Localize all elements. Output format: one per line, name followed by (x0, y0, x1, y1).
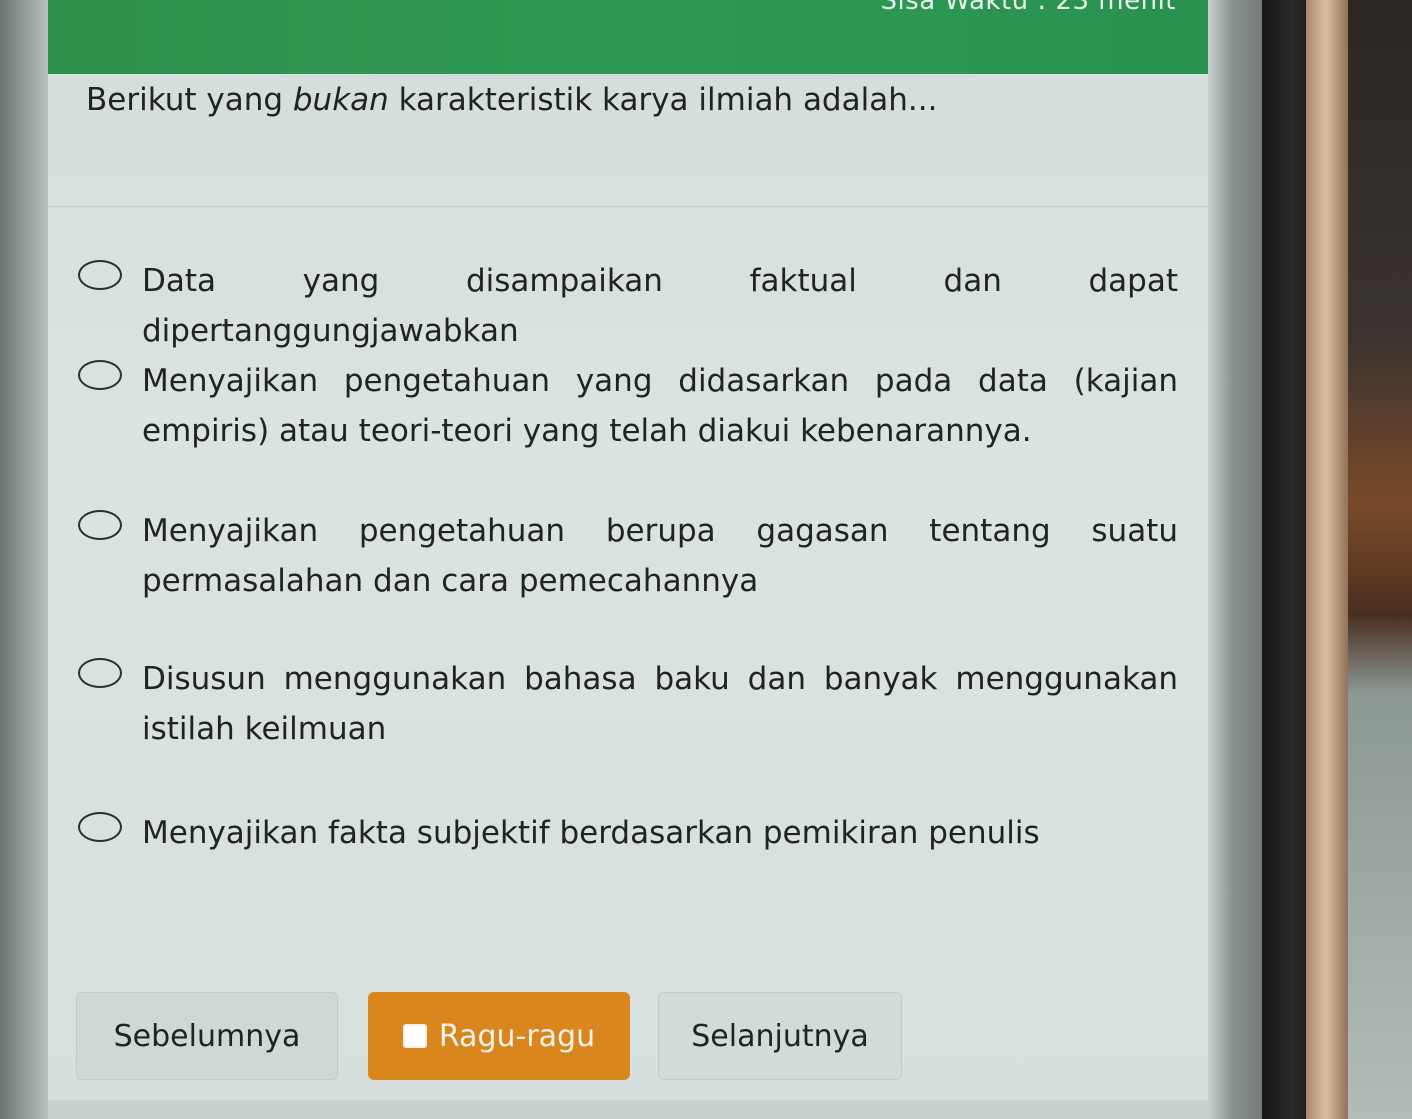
screen-bottom-edge (48, 1100, 1212, 1119)
doubt-button-label: Ragu-ragu (438, 1018, 596, 1054)
background-right (1348, 0, 1412, 1119)
radio-icon[interactable] (78, 510, 122, 540)
phone-frame (1262, 0, 1312, 1119)
option-d-label: Disusun menggunakan bahasa baku dan bany… (142, 661, 1178, 747)
previous-button-label: Sebelumnya (113, 1018, 301, 1054)
option-e-label: Menyajikan fakta subjektif berdasarkan p… (142, 815, 1040, 851)
previous-button[interactable]: Sebelumnya (76, 992, 338, 1080)
quiz-screen: Sisa Waktu : 23 menit Berikut yang bukan… (48, 0, 1212, 1119)
radio-icon[interactable] (78, 360, 122, 390)
radio-icon[interactable] (78, 260, 122, 290)
radio-icon[interactable] (78, 658, 122, 688)
next-button-label: Selanjutnya (691, 1018, 869, 1054)
left-bezel (0, 0, 48, 1119)
checkbox-icon[interactable] (402, 1024, 427, 1048)
phone-case (1306, 0, 1350, 1119)
question-emphasis: bukan (292, 82, 389, 118)
radio-icon[interactable] (78, 812, 122, 842)
option-a-label: Data yang disampaikan faktual dan dapat … (142, 263, 1178, 349)
divider (48, 206, 1212, 207)
option-b-label: Menyajikan pengetahuan yang didasarkan p… (142, 363, 1178, 449)
question-text: Berikut yang bukan karakteristik karya i… (86, 82, 1186, 118)
question-suffix: karakteristik karya ilmiah adalah... (388, 82, 938, 118)
header-bar: Sisa Waktu : 23 menit (48, 0, 1212, 74)
right-bezel (1208, 0, 1268, 1119)
option-c-label: Menyajikan pengetahuan berupa gagasan te… (142, 513, 1178, 599)
doubt-button[interactable]: Ragu-ragu (368, 992, 630, 1080)
question-prefix: Berikut yang (86, 82, 293, 118)
timer-text: Sisa Waktu : 23 menit (880, 0, 1176, 16)
next-button[interactable]: Selanjutnya (658, 992, 902, 1080)
